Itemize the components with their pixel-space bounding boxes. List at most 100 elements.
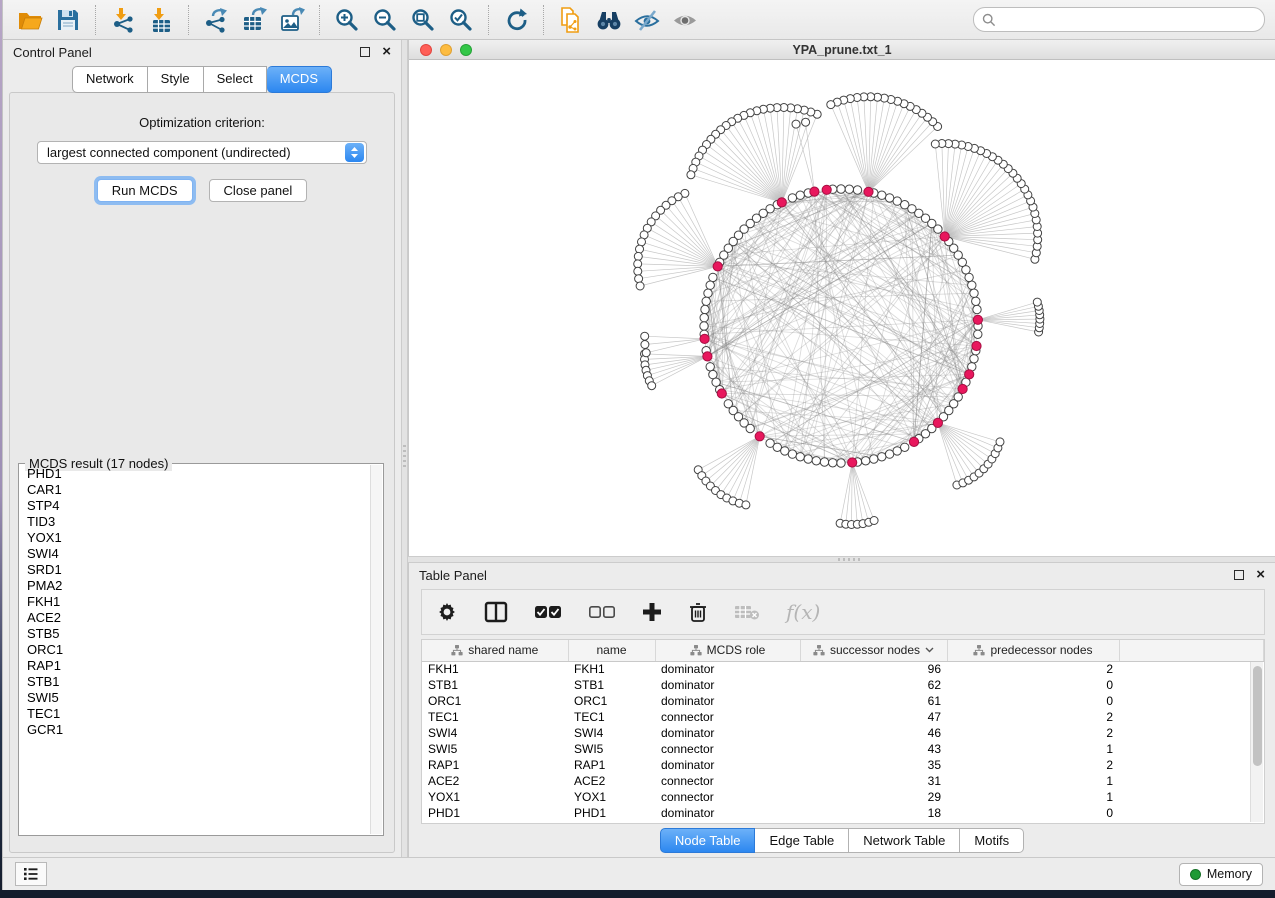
mcds-result-item[interactable]: PHD1 [21,466,369,482]
float-panel-icon[interactable] [1234,570,1244,580]
cell-shared-name[interactable]: ACE2 [422,773,568,789]
search-network-icon[interactable] [592,4,626,36]
cell-name[interactable]: ACE2 [568,773,655,789]
cell-predecessor-nodes[interactable]: 1 [947,741,1119,757]
mcds-result-item[interactable]: TEC1 [21,706,369,722]
memory-button[interactable]: Memory [1179,863,1263,886]
network-window-titlebar[interactable]: YPA_prune.txt_1 [409,40,1275,60]
mcds-result-item[interactable]: STB1 [21,674,369,690]
column-header-shared-name[interactable]: shared name [422,640,568,661]
table-row[interactable]: ORC1ORC1dominator610 [422,693,1264,709]
cell-predecessor-nodes[interactable]: 1 [947,789,1119,805]
cell-shared-name[interactable]: TEC1 [422,709,568,725]
cell-shared-name[interactable]: SWI5 [422,741,568,757]
mcds-result-item[interactable]: STB5 [21,626,369,642]
mcds-result-item[interactable]: STP4 [21,498,369,514]
cell-successor-nodes[interactable]: 96 [800,661,947,677]
cell-MCDS-role[interactable]: connector [655,773,800,789]
cell-successor-nodes[interactable]: 35 [800,757,947,773]
add-row-icon[interactable] [642,602,662,622]
cell-shared-name[interactable]: PHD1 [422,805,568,821]
run-mcds-button[interactable]: Run MCDS [97,179,193,202]
cell-successor-nodes[interactable]: 61 [800,693,947,709]
export-table-icon[interactable] [237,4,271,36]
column-header-MCDS-role[interactable]: MCDS role [655,640,800,661]
tab-network-table[interactable]: Network Table [849,828,960,853]
zoom-in-icon[interactable] [330,4,364,36]
cell-predecessor-nodes[interactable]: 0 [947,693,1119,709]
cell-predecessor-nodes[interactable]: 2 [947,725,1119,741]
zoom-fit-icon[interactable] [406,4,440,36]
mcds-result-item[interactable]: CAR1 [21,482,369,498]
table-scrollbar-thumb[interactable] [1253,666,1262,766]
table-row[interactable]: PHD1PHD1dominator180 [422,805,1264,821]
refresh-icon[interactable] [499,4,533,36]
tab-network[interactable]: Network [72,66,148,93]
tab-node-table[interactable]: Node Table [660,828,756,853]
cell-predecessor-nodes[interactable]: 2 [947,661,1119,677]
table-row[interactable]: SWI5SWI5connector431 [422,741,1264,757]
search-box[interactable] [973,7,1265,32]
cell-MCDS-role[interactable]: dominator [655,677,800,693]
close-panel-button[interactable]: Close panel [209,179,308,202]
cell-predecessor-nodes[interactable]: 2 [947,757,1119,773]
cell-name[interactable]: TEC1 [568,709,655,725]
zoom-out-icon[interactable] [368,4,402,36]
cell-shared-name[interactable]: STB1 [422,677,568,693]
cell-successor-nodes[interactable]: 29 [800,789,947,805]
deselect-all-icon[interactable] [588,605,616,619]
export-network-icon[interactable] [199,4,233,36]
table-scrollbar[interactable] [1250,662,1263,822]
vertical-splitter[interactable] [401,40,408,857]
mcds-result-item[interactable]: TID3 [21,514,369,530]
cell-name[interactable]: YOX1 [568,789,655,805]
mcds-result-item[interactable]: FKH1 [21,594,369,610]
close-panel-icon[interactable]: × [1256,570,1265,580]
cell-MCDS-role[interactable]: dominator [655,693,800,709]
cell-successor-nodes[interactable]: 31 [800,773,947,789]
cell-MCDS-role[interactable]: dominator [655,661,800,677]
tab-motifs[interactable]: Motifs [960,828,1024,853]
show-column-icon[interactable] [484,601,508,623]
optimization-criterion-select[interactable]: largest connected component (undirected) [37,141,367,164]
cell-successor-nodes[interactable]: 46 [800,725,947,741]
column-header-predecessor-nodes[interactable]: predecessor nodes [947,640,1119,661]
hide-details-icon[interactable] [630,4,664,36]
mcds-result-item[interactable]: SWI5 [21,690,369,706]
show-details-icon[interactable] [668,4,702,36]
cell-successor-nodes[interactable]: 62 [800,677,947,693]
tab-style[interactable]: Style [148,66,204,93]
mcds-result-item[interactable]: PMA2 [21,578,369,594]
mcds-result-scrollbar[interactable] [370,465,382,834]
task-history-button[interactable] [15,862,47,886]
cell-successor-nodes[interactable]: 47 [800,709,947,725]
cell-MCDS-role[interactable]: connector [655,709,800,725]
cell-successor-nodes[interactable]: 43 [800,741,947,757]
close-panel-icon[interactable]: × [382,47,391,57]
select-all-icon[interactable] [534,605,562,619]
float-panel-icon[interactable] [360,47,370,57]
cell-predecessor-nodes[interactable]: 2 [947,709,1119,725]
table-row[interactable]: YOX1YOX1connector291 [422,789,1264,805]
horizontal-splitter[interactable] [408,556,1275,563]
table-row[interactable]: STB1STB1dominator620 [422,677,1264,693]
zoom-selected-icon[interactable] [444,4,478,36]
open-file-icon[interactable] [13,4,47,36]
cell-shared-name[interactable]: ORC1 [422,693,568,709]
cell-shared-name[interactable]: SWI4 [422,725,568,741]
mcds-result-item[interactable]: SRD1 [21,562,369,578]
save-session-icon[interactable] [51,4,85,36]
network-canvas[interactable] [409,60,1275,556]
cell-predecessor-nodes[interactable]: 0 [947,677,1119,693]
import-table-icon[interactable] [144,4,178,36]
column-header-successor-nodes[interactable]: successor nodes [800,640,947,661]
cell-shared-name[interactable]: RAP1 [422,757,568,773]
cell-shared-name[interactable]: YOX1 [422,789,568,805]
table-row[interactable]: TEC1TEC1connector472 [422,709,1264,725]
cell-name[interactable]: ORC1 [568,693,655,709]
table-row[interactable]: ACE2ACE2connector311 [422,773,1264,789]
cell-MCDS-role[interactable]: connector [655,741,800,757]
cell-MCDS-role[interactable]: dominator [655,805,800,821]
table-row[interactable]: SWI4SWI4dominator462 [422,725,1264,741]
cell-MCDS-role[interactable]: dominator [655,757,800,773]
